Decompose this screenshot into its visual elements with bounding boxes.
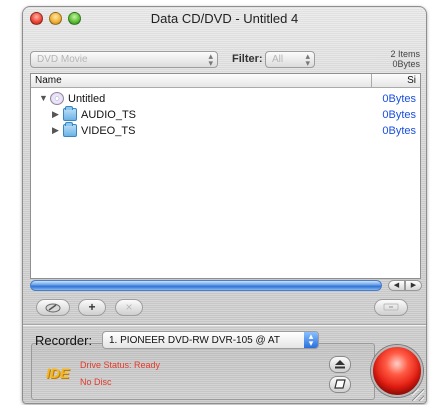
list-header: Name Si xyxy=(31,74,420,88)
filter-label: Filter: xyxy=(232,53,263,65)
disc-icon xyxy=(50,92,64,105)
recorder-status-box: IDE Drive Status: Ready No Disc xyxy=(31,343,375,400)
eject-button[interactable] xyxy=(329,356,351,373)
burn-options-button[interactable] xyxy=(374,299,408,316)
column-separator[interactable] xyxy=(371,74,372,87)
disclosure-expanded-icon[interactable]: ▼ xyxy=(39,93,48,103)
disc-tray-icon xyxy=(383,303,399,311)
scrollbar-thumb[interactable] xyxy=(30,280,382,291)
column-header-size[interactable]: Si xyxy=(407,75,416,86)
filter-popup[interactable]: All ▴ ▾ xyxy=(265,51,315,68)
title-bar[interactable]: Data CD/DVD - Untitled 4 xyxy=(23,7,426,29)
recorder-value: 1. PIONEER DVD-RW DVR-105 @ AT xyxy=(109,335,280,346)
row-name: Untitled xyxy=(68,93,106,105)
disclosure-collapsed-icon[interactable]: ▶ xyxy=(52,125,59,136)
recorder-label: Recorder: xyxy=(35,333,93,348)
column-header-name[interactable]: Name xyxy=(35,75,62,86)
add-item-button[interactable]: + xyxy=(78,299,106,316)
item-summary: 2 Items 0Bytes xyxy=(390,49,420,69)
scroll-right-arrow-icon[interactable]: ▶ xyxy=(405,280,422,291)
erase-disc-button[interactable] xyxy=(329,376,351,393)
filter-value: All xyxy=(272,54,284,65)
row-size: 0Bytes xyxy=(382,125,416,137)
popup-arrows-icon: ▴ ▾ xyxy=(305,51,310,68)
list-row[interactable]: ▼ Untitled 0Bytes xyxy=(31,91,420,107)
data-cd-dvd-window: Data CD/DVD - Untitled 4 DVD Movie ▴ ▾ Fi… xyxy=(22,6,427,404)
popup-arrows-icon: ▴ ▾ xyxy=(304,332,318,348)
toolbar: DVD Movie ▴ ▾ Filter: All ▴ ▾ 2 Items 0Byt… xyxy=(23,47,426,73)
folder-icon xyxy=(63,122,77,137)
list-row[interactable]: ▶ VIDEO_TS 0Bytes xyxy=(31,122,420,139)
recorder-popup[interactable]: 1. PIONEER DVD-RW DVR-105 @ AT ▴ ▾ xyxy=(102,331,319,349)
source-type-value: DVD Movie xyxy=(37,54,88,65)
row-name: VIDEO_TS xyxy=(81,125,136,137)
burn-folder-button[interactable] xyxy=(36,299,70,316)
row-size: 0Bytes xyxy=(382,93,416,105)
scroll-left-arrow-icon[interactable]: ◀ xyxy=(388,280,405,291)
drive-status-text: Drive Status: Ready xyxy=(80,360,161,370)
window-title: Data CD/DVD - Untitled 4 xyxy=(150,11,299,26)
popup-arrows-icon: ▴ ▾ xyxy=(208,51,213,68)
ide-logo: IDE xyxy=(46,365,70,381)
horizontal-scrollbar[interactable]: ◀ ▶ xyxy=(30,280,422,291)
eraser-icon xyxy=(334,379,346,389)
item-count: 2 Items xyxy=(390,49,420,59)
row-size: 0Bytes xyxy=(382,109,416,121)
disc-status-text: No Disc xyxy=(80,377,112,387)
row-name: AUDIO_TS xyxy=(81,109,137,121)
source-type-popup[interactable]: DVD Movie ▴ ▾ xyxy=(30,51,218,68)
folder-icon xyxy=(63,106,77,121)
file-list[interactable]: Name Si ▼ Untitled 0Bytes ▶ AUDIO_TS 0By… xyxy=(30,73,421,279)
section-divider xyxy=(23,324,426,325)
resize-grip-icon[interactable] xyxy=(412,389,424,401)
total-size: 0Bytes xyxy=(392,59,420,69)
list-row[interactable]: ▶ AUDIO_TS 0Bytes xyxy=(31,106,420,123)
remove-item-button[interactable]: × xyxy=(115,299,143,316)
disclosure-collapsed-icon[interactable]: ▶ xyxy=(52,109,59,120)
eject-icon xyxy=(335,360,345,369)
burn-folder-icon xyxy=(45,303,61,313)
